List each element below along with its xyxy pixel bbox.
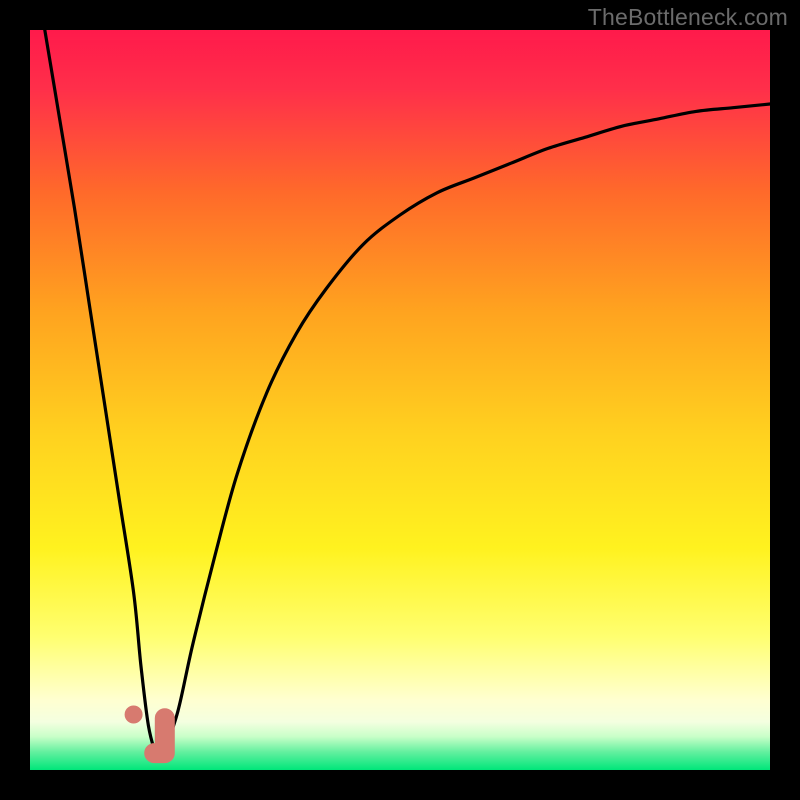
chart-svg [30, 30, 770, 770]
plot-area [30, 30, 770, 770]
watermark-text: TheBottleneck.com [588, 4, 788, 31]
trough-marker-dot [125, 706, 143, 724]
chart-frame: TheBottleneck.com [0, 0, 800, 800]
